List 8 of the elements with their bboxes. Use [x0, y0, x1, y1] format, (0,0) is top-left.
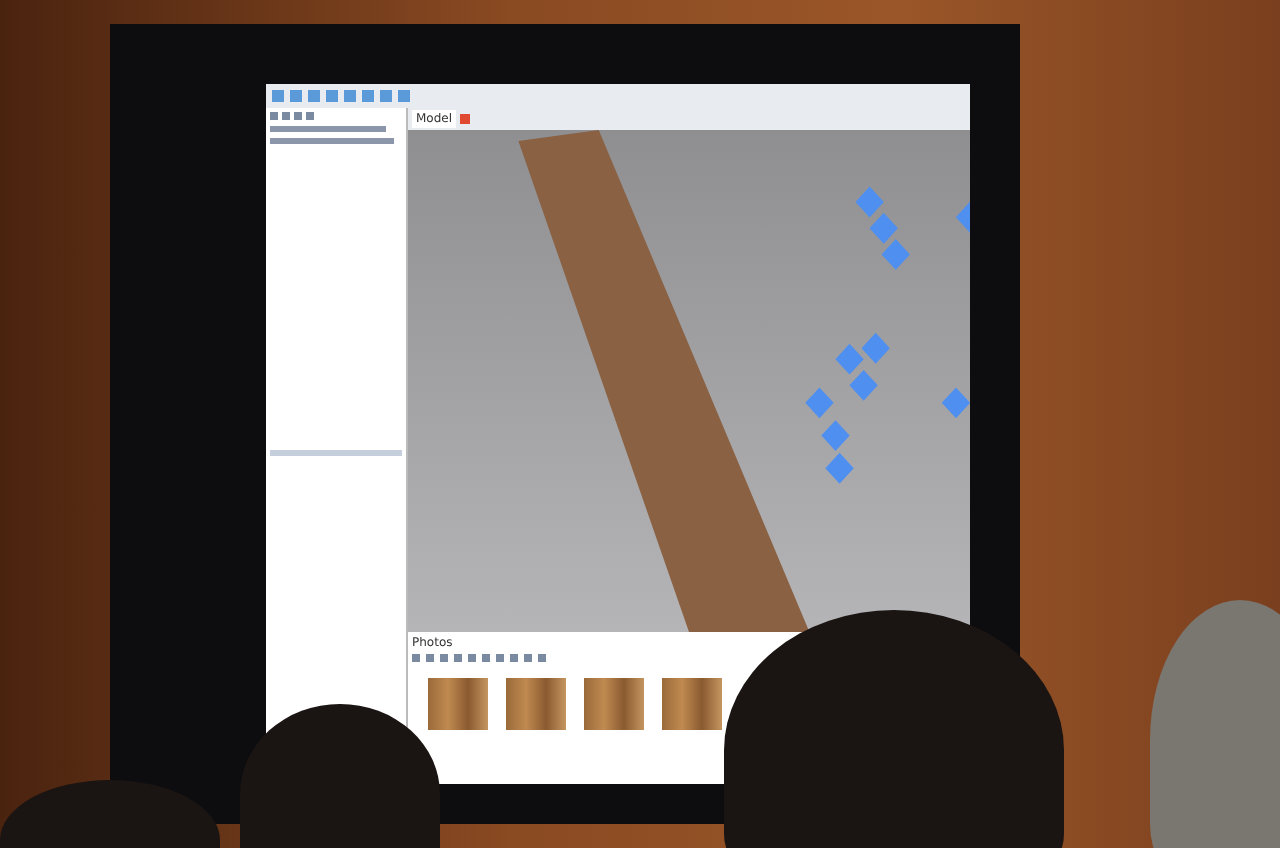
- tree-item[interactable]: [270, 138, 394, 144]
- close-icon[interactable]: [460, 114, 471, 124]
- photo-placeholder[interactable]: [506, 678, 566, 730]
- panel-splitter[interactable]: [270, 450, 402, 456]
- photo-placeholder[interactable]: [584, 678, 644, 730]
- photo-placeholder[interactable]: [428, 678, 488, 730]
- photo-placeholder[interactable]: [662, 678, 722, 730]
- tree-item[interactable]: [270, 126, 386, 132]
